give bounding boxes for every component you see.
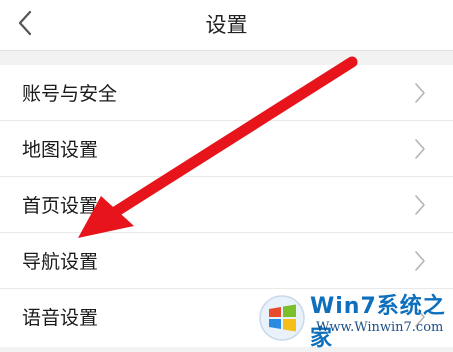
chevron-right-icon (415, 139, 425, 159)
settings-item-map[interactable]: 地图设置 (0, 121, 453, 177)
settings-item-homepage[interactable]: 首页设置 (0, 177, 453, 233)
watermark: Win7系统之家 Www.Winwin7.com (254, 282, 453, 351)
app-header: 设置 (0, 0, 453, 51)
settings-item-label: 账号与安全 (22, 83, 118, 105)
watermark-url: Www.Winwin7.com (316, 320, 444, 335)
chevron-right-icon (415, 251, 425, 271)
settings-item-navigation[interactable]: 导航设置 (0, 233, 453, 289)
chevron-right-icon (415, 83, 425, 103)
settings-item-account-security[interactable]: 账号与安全 (0, 65, 453, 121)
settings-item-label: 首页设置 (22, 195, 99, 217)
settings-item-label: 地图设置 (22, 139, 99, 161)
windows-logo-icon (259, 295, 305, 341)
settings-item-label: 导航设置 (22, 251, 99, 273)
chevron-right-icon (415, 195, 425, 215)
page-title: 设置 (205, 13, 248, 37)
settings-item-label: 语音设置 (22, 307, 99, 329)
